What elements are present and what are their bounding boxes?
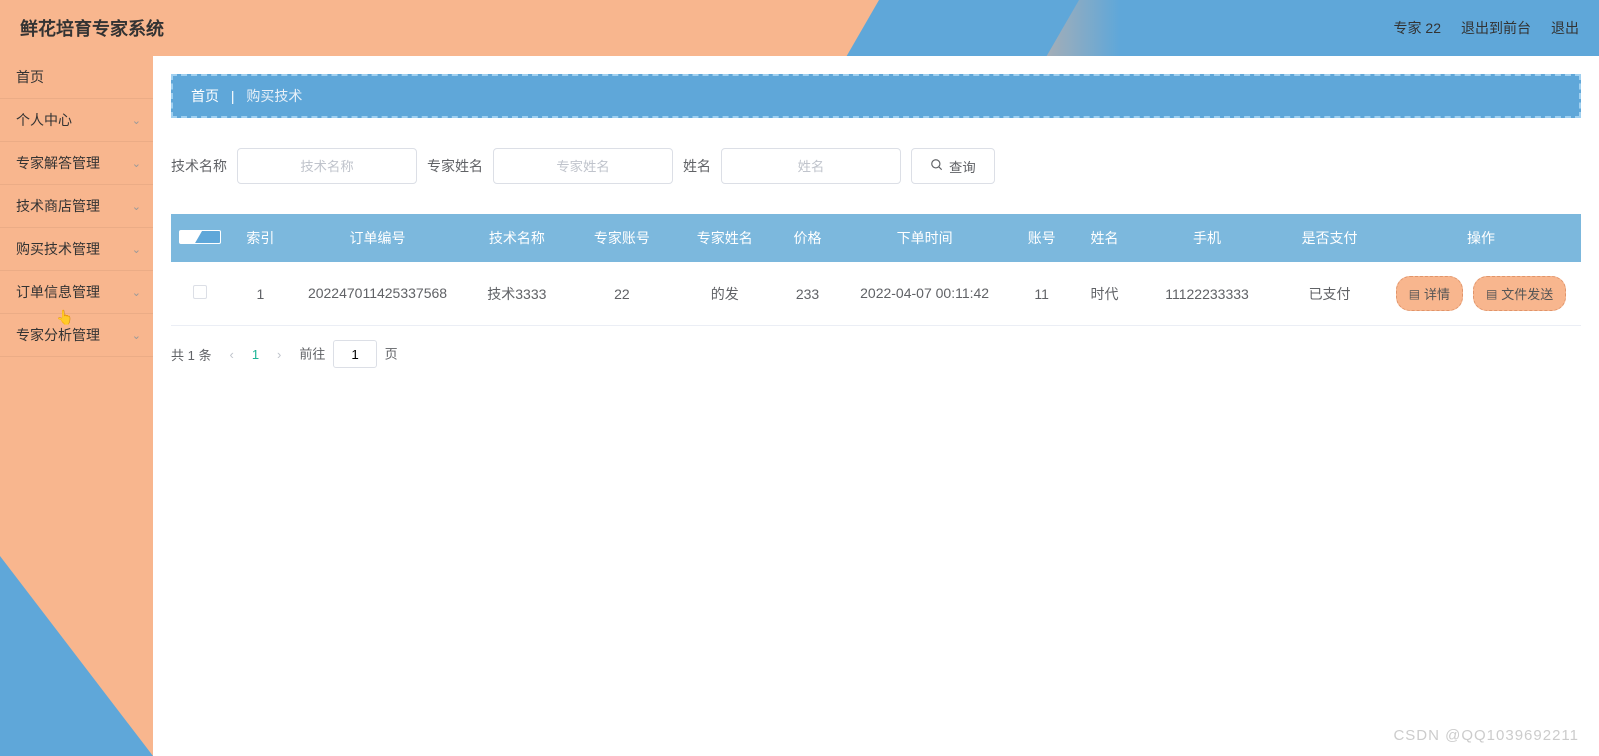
file-send-button[interactable]: ▤ 文件发送 <box>1473 276 1566 311</box>
sidebar-item-label: 技术商店管理 <box>16 196 100 216</box>
sidebar-item-label: 专家解答管理 <box>16 153 100 173</box>
cell-actions: ▤ 详情 ▤ 文件发送 <box>1381 262 1581 326</box>
search-bar: 技术名称 专家姓名 姓名 查询 <box>171 138 1581 214</box>
chevron-down-icon: ⌄ <box>132 243 141 256</box>
data-table: 索引 订单编号 技术名称 专家账号 专家姓名 价格 下单时间 账号 姓名 手机 … <box>171 214 1581 326</box>
chevron-down-icon: ⌄ <box>132 157 141 170</box>
total-count: 共 1 条 <box>171 345 211 364</box>
expert-name-input[interactable] <box>493 148 673 184</box>
col-expert-account: 专家账号 <box>570 214 673 262</box>
query-button-label: 查询 <box>949 157 976 176</box>
goto-label: 前往 页 <box>299 340 397 368</box>
page-number[interactable]: 1 <box>252 347 259 362</box>
sidebar-item-personal[interactable]: 个人中心 ⌄ <box>0 99 153 142</box>
breadcrumb: 首页 | 购买技术 <box>171 74 1581 118</box>
col-name: 姓名 <box>1073 214 1136 262</box>
watermark: CSDN @QQ1039692211 <box>1393 727 1579 744</box>
sidebar-decoration <box>0 556 153 756</box>
col-price: 价格 <box>776 214 839 262</box>
select-all-checkbox[interactable] <box>179 230 221 244</box>
chevron-down-icon: ⌄ <box>132 329 141 342</box>
detail-button[interactable]: ▤ 详情 <box>1396 276 1463 311</box>
cell-expert-account: 22 <box>570 262 673 326</box>
cell-order-time: 2022-04-07 00:11:42 <box>839 262 1010 326</box>
pagination: 共 1 条 ‹ 1 › 前往 页 <box>171 326 1581 382</box>
col-order-time: 下单时间 <box>839 214 1010 262</box>
col-paid: 是否支付 <box>1278 214 1381 262</box>
expert-name-label: 专家姓名 <box>427 156 483 176</box>
document-icon: ▤ <box>1486 287 1497 301</box>
sidebar-item-label: 订单信息管理 <box>16 282 100 302</box>
name-input[interactable] <box>721 148 901 184</box>
prev-page-button[interactable]: ‹ <box>225 347 237 362</box>
sidebar-item-label: 专家分析管理 <box>16 325 100 345</box>
sidebar-item-label: 首页 <box>16 67 44 87</box>
tech-name-label: 技术名称 <box>171 156 227 176</box>
cell-name: 时代 <box>1073 262 1136 326</box>
cell-order-no: 202247011425337568 <box>292 262 463 326</box>
logout-link[interactable]: 退出 <box>1551 18 1579 38</box>
header-right: 专家 22 退出到前台 退出 <box>1394 18 1579 38</box>
col-account: 账号 <box>1010 214 1073 262</box>
cell-paid: 已支付 <box>1278 262 1381 326</box>
file-send-button-label: 文件发送 <box>1501 284 1553 303</box>
col-order-no: 订单编号 <box>292 214 463 262</box>
exit-to-front-link[interactable]: 退出到前台 <box>1461 18 1531 38</box>
col-tech-name: 技术名称 <box>463 214 570 262</box>
cell-index: 1 <box>229 262 292 326</box>
main-content: 首页 | 购买技术 技术名称 专家姓名 姓名 查询 索引 <box>153 56 1599 756</box>
sidebar-item-expert-analysis[interactable]: 专家分析管理 ⌄ <box>0 314 153 357</box>
next-page-button[interactable]: › <box>273 347 285 362</box>
document-icon: ▤ <box>1409 287 1420 301</box>
sidebar-item-label: 购买技术管理 <box>16 239 100 259</box>
sidebar-item-label: 个人中心 <box>16 110 72 130</box>
chevron-down-icon: ⌄ <box>132 114 141 127</box>
cell-expert-name: 的发 <box>673 262 776 326</box>
sidebar-item-tech-store[interactable]: 技术商店管理 ⌄ <box>0 185 153 228</box>
name-label: 姓名 <box>683 156 711 176</box>
row-checkbox[interactable] <box>193 285 207 299</box>
sidebar: 首页 个人中心 ⌄ 专家解答管理 ⌄ 技术商店管理 ⌄ 购买技术管理 ⌄ 订单信… <box>0 56 153 756</box>
col-expert-name: 专家姓名 <box>673 214 776 262</box>
header: 鲜花培育专家系统 专家 22 退出到前台 退出 <box>0 0 1599 56</box>
user-info-link[interactable]: 专家 22 <box>1394 18 1441 38</box>
query-button[interactable]: 查询 <box>911 148 995 184</box>
cell-account: 11 <box>1010 262 1073 326</box>
chevron-down-icon: ⌄ <box>132 286 141 299</box>
search-icon <box>930 158 944 175</box>
sidebar-item-buy-tech[interactable]: 购买技术管理 ⌄ <box>0 228 153 271</box>
sidebar-item-expert-answer[interactable]: 专家解答管理 ⌄ <box>0 142 153 185</box>
cell-phone: 11122233333 <box>1136 262 1278 326</box>
sidebar-item-home[interactable]: 首页 <box>0 56 153 99</box>
cell-tech-name: 技术3333 <box>463 262 570 326</box>
chevron-down-icon: ⌄ <box>132 200 141 213</box>
breadcrumb-home[interactable]: 首页 <box>191 88 219 104</box>
breadcrumb-separator: | <box>231 88 235 104</box>
sidebar-item-order-info[interactable]: 订单信息管理 ⌄ <box>0 271 153 314</box>
app-title: 鲜花培育专家系统 <box>20 15 164 41</box>
table-row: 1 202247011425337568 技术3333 22 的发 233 20… <box>171 262 1581 326</box>
goto-page-input[interactable] <box>333 340 377 368</box>
detail-button-label: 详情 <box>1424 284 1450 303</box>
col-phone: 手机 <box>1136 214 1278 262</box>
breadcrumb-current: 购买技术 <box>246 88 302 104</box>
tech-name-input[interactable] <box>237 148 417 184</box>
col-action: 操作 <box>1381 214 1581 262</box>
col-index: 索引 <box>229 214 292 262</box>
cell-price: 233 <box>776 262 839 326</box>
